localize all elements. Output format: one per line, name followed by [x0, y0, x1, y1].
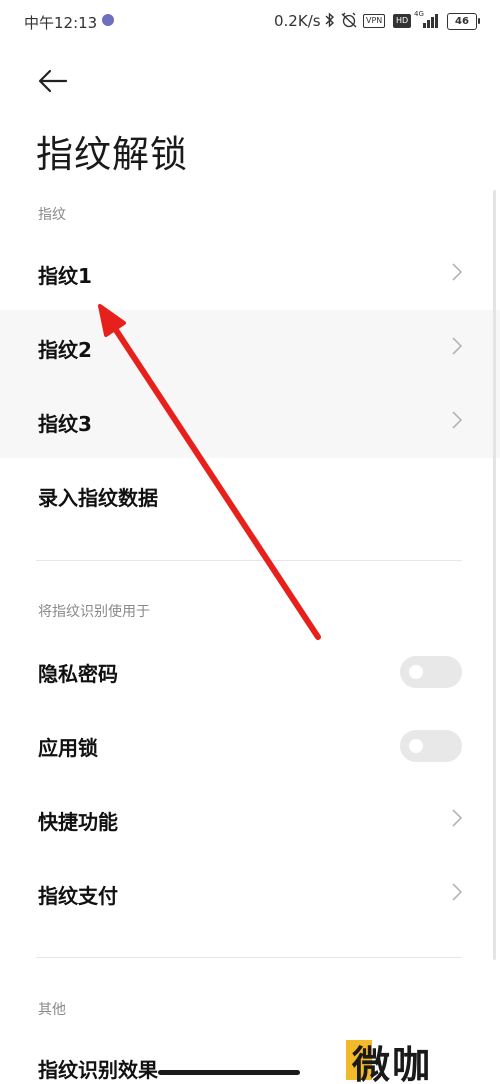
app-lock-row[interactable]: 应用锁: [0, 708, 500, 782]
fingerprint-unlock-screen: 中午12:13 0.2K/s VPN HD 4G 46 指纹解锁 指纹 指纹1 …: [0, 0, 500, 1084]
chevron-right-icon: [452, 883, 462, 901]
battery-indicator: 46: [447, 13, 480, 30]
chevron-right-icon: [452, 263, 462, 281]
other-section-header: 其他: [38, 1002, 66, 1018]
status-time: 中午12:13: [24, 14, 98, 32]
bluetooth-icon: [325, 12, 335, 32]
toggle-knob: [409, 665, 423, 679]
fingerprint-section-header: 指纹: [38, 207, 66, 223]
fingerprint-1-row[interactable]: 指纹1: [0, 236, 500, 310]
chevron-right-icon: [452, 809, 462, 827]
home-indicator[interactable]: [158, 1070, 300, 1075]
vpn-badge: VPN: [363, 14, 386, 28]
fingerprint-2-label: 指纹2: [38, 338, 92, 362]
enroll-fingerprint-row[interactable]: 录入指纹数据: [0, 458, 500, 532]
section-divider: [36, 957, 462, 958]
enroll-fingerprint-label: 录入指纹数据: [38, 486, 158, 510]
fingerprint-2-row[interactable]: 指纹2: [0, 310, 500, 384]
network-speed: 0.2K/s: [274, 12, 321, 30]
watermark-logo: 微咖: [352, 1043, 433, 1084]
hd-badge: HD: [393, 14, 412, 28]
fingerprint-3-row[interactable]: 指纹3: [0, 384, 500, 458]
privacy-password-row[interactable]: 隐私密码: [0, 634, 500, 708]
back-button[interactable]: [36, 66, 70, 96]
app-notification-icon: [102, 14, 114, 26]
fingerprint-effect-row[interactable]: 指纹识别效果: [38, 1054, 158, 1083]
privacy-password-label: 隐私密码: [38, 662, 118, 686]
page-title: 指纹解锁: [36, 133, 188, 176]
fingerprint-payment-label: 指纹支付: [38, 884, 118, 908]
scrollbar[interactable]: [493, 190, 496, 960]
chevron-right-icon: [452, 411, 462, 429]
shortcut-functions-row[interactable]: 快捷功能: [0, 782, 500, 856]
privacy-password-toggle[interactable]: [400, 656, 462, 688]
chevron-right-icon: [452, 337, 462, 355]
cellular-signal-icon: [420, 14, 440, 32]
status-bar: 中午12:13 0.2K/s VPN HD 4G 46: [0, 0, 500, 44]
app-lock-label: 应用锁: [38, 736, 98, 760]
fingerprint-payment-row[interactable]: 指纹支付: [0, 856, 500, 930]
usage-section-header: 将指纹识别使用于: [38, 604, 150, 620]
alarm-off-icon: [340, 12, 358, 32]
fingerprint-1-label: 指纹1: [38, 264, 92, 288]
section-divider: [36, 560, 462, 561]
toggle-knob: [409, 739, 423, 753]
shortcut-functions-label: 快捷功能: [38, 810, 118, 834]
app-lock-toggle[interactable]: [400, 730, 462, 762]
back-arrow-icon: [38, 69, 68, 93]
fingerprint-3-label: 指纹3: [38, 412, 92, 436]
